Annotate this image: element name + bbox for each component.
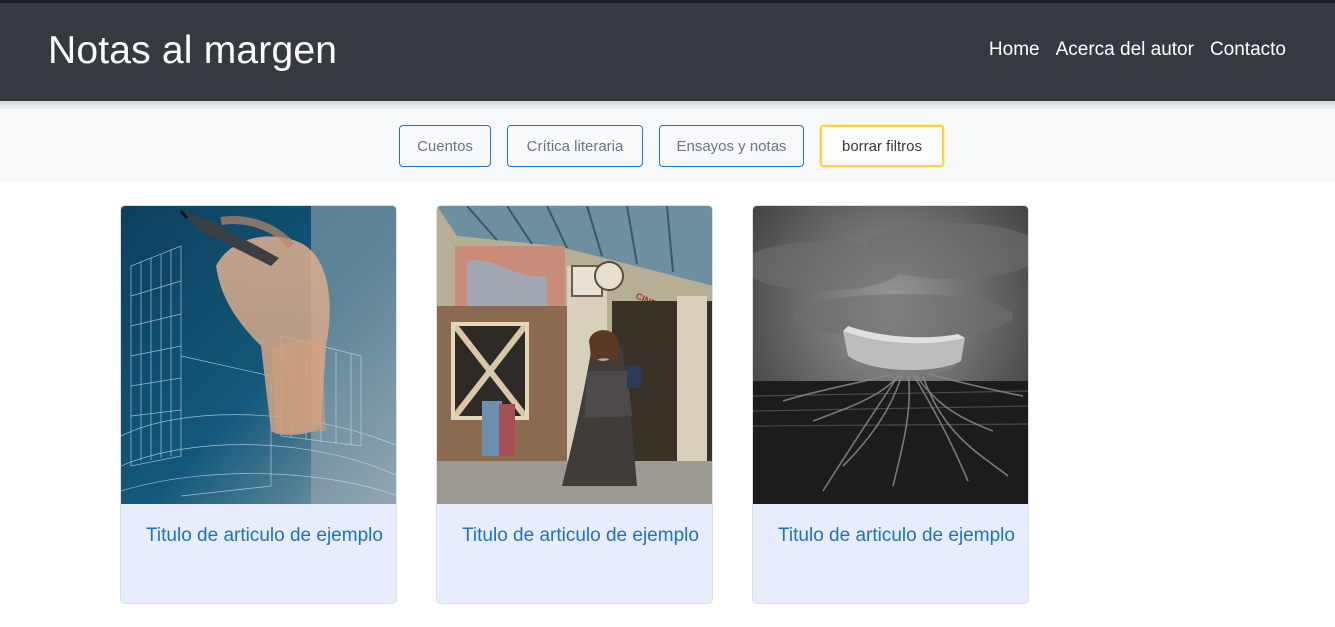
nav-contact-link[interactable]: Contacto [1210, 38, 1286, 62]
nav-about-link[interactable]: Acerca del autor [1056, 38, 1194, 62]
filter-critica-button[interactable]: Crítica literaria [507, 125, 643, 167]
filter-ensayos-button[interactable]: Ensayos y notas [659, 125, 804, 167]
article-card[interactable]: CINE Titulo de articulo de ejemplo [436, 205, 713, 604]
brand-title[interactable]: Notas al margen [48, 28, 337, 74]
filter-cuentos-button[interactable]: Cuentos [399, 125, 491, 167]
boat-roots-photo [753, 206, 1028, 504]
blueprint-illustration [121, 206, 396, 504]
nav-links: Home Acerca del autor Contacto [989, 38, 1286, 62]
article-title-link[interactable]: Titulo de articulo de ejemplo [778, 524, 1024, 548]
article-card[interactable]: Titulo de articulo de ejemplo [752, 205, 1029, 604]
navbar-shadow [0, 101, 1335, 109]
filter-bar: Cuentos Crítica literaria Ensayos y nota… [0, 109, 1335, 183]
article-image[interactable]: CINE [437, 206, 712, 504]
article-title-link[interactable]: Titulo de articulo de ejemplo [462, 524, 708, 548]
filter-buttons: Cuentos Crítica literaria Ensayos y nota… [399, 125, 944, 167]
navbar: Notas al margen Home Acerca del autor Co… [0, 3, 1335, 101]
article-card[interactable]: Titulo de articulo de ejemplo [120, 205, 397, 604]
nav-home-link[interactable]: Home [989, 38, 1040, 62]
clear-filters-button[interactable]: borrar filtros [820, 125, 944, 167]
article-image[interactable] [121, 206, 396, 504]
article-image[interactable] [753, 206, 1028, 504]
article-title-link[interactable]: Titulo de articulo de ejemplo [146, 524, 392, 548]
cinema-illustration: CINE [437, 206, 712, 504]
